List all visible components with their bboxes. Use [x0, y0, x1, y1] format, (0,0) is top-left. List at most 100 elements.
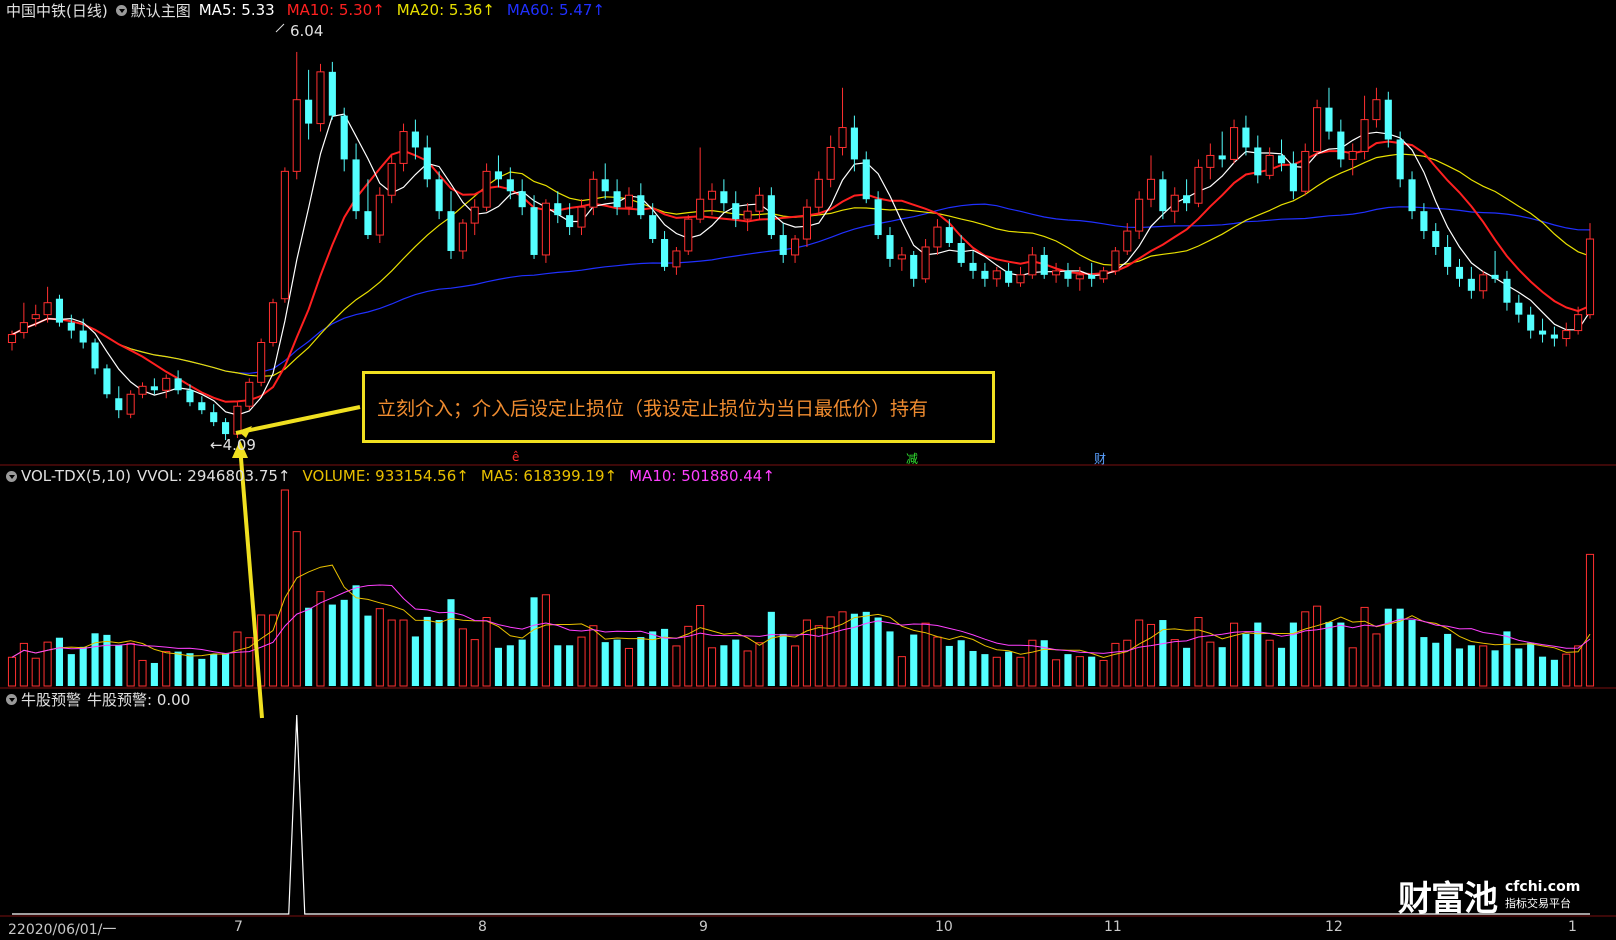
candle-body	[779, 235, 787, 255]
low-price-label: ←4.09	[210, 436, 256, 454]
candle-body	[707, 190, 717, 200]
volume-bar	[162, 651, 171, 687]
dropdown-circle-icon[interactable]	[6, 470, 17, 482]
candle-body	[1444, 246, 1452, 267]
candle-body	[280, 170, 289, 300]
volume-bar	[1146, 623, 1156, 687]
event-marker[interactable]: ê	[512, 450, 519, 464]
candle-body	[969, 262, 977, 271]
candle-body	[921, 246, 930, 280]
candle-body	[494, 171, 503, 180]
template-label[interactable]: 默认主图	[131, 0, 191, 21]
volume-bar	[340, 599, 348, 686]
candle-body	[1538, 330, 1547, 335]
candle-body	[981, 270, 989, 279]
candle-body	[720, 191, 728, 204]
candle-body	[150, 386, 158, 391]
candle-body	[268, 302, 278, 344]
volume-bar	[1088, 656, 1096, 686]
volume-bar	[1111, 642, 1120, 687]
volume-bar	[470, 639, 479, 687]
candle-body	[1515, 302, 1523, 315]
candle-body	[1455, 266, 1464, 279]
stock-name[interactable]: 中国中铁(日线)	[6, 0, 108, 21]
candle-body	[1123, 230, 1132, 252]
candle-body	[1550, 334, 1558, 339]
volume-bar	[1325, 621, 1333, 686]
volume-bar	[1242, 633, 1250, 686]
candle-body	[613, 191, 621, 208]
candle-body	[945, 227, 953, 244]
brand-logo-text: 财富池	[1398, 878, 1498, 919]
candle-body	[43, 302, 52, 316]
volume-bar	[67, 654, 75, 686]
candle-body	[411, 131, 419, 148]
x-tick-label: 12	[1325, 919, 1343, 935]
volume-bar	[316, 591, 325, 687]
volume-bar	[1277, 647, 1286, 686]
candle-body	[138, 385, 147, 395]
volume-bar	[210, 654, 218, 686]
candle-body	[316, 71, 325, 125]
left-side-tabs[interactable]	[0, 36, 6, 916]
candle-body	[1254, 147, 1262, 176]
volume-bar	[435, 620, 443, 686]
volume-indicator-name[interactable]: VOL-TDX(5,10)	[21, 467, 131, 485]
volume-bar	[1455, 648, 1464, 686]
signal-indicator-name[interactable]: 牛股预警	[21, 689, 81, 710]
candle-body	[1562, 330, 1571, 340]
volume-bar	[1123, 639, 1132, 687]
event-marker-reduction[interactable]: 减	[906, 450, 918, 467]
volume-bar	[458, 628, 467, 687]
volume-bar	[1135, 619, 1144, 687]
candle-body	[1265, 154, 1274, 176]
candle-body	[292, 99, 301, 172]
ma5-label: MA5: 5.33	[198, 1, 275, 19]
volume-bar	[933, 636, 942, 687]
event-marker-finance[interactable]: 财	[1094, 450, 1106, 467]
candle-body	[19, 322, 28, 334]
candle-body	[530, 207, 538, 255]
candle-body	[1040, 254, 1048, 275]
candle-body	[1491, 274, 1499, 279]
candle-body	[352, 159, 360, 212]
candle-body	[554, 203, 562, 216]
volume-bar	[506, 645, 514, 686]
volume-bar	[720, 645, 728, 686]
volume-bar	[1028, 639, 1037, 687]
candle-body	[1064, 270, 1072, 279]
candle-body	[802, 206, 811, 240]
volume-bar	[1170, 639, 1179, 687]
price-panel-header: 中国中铁(日线) 默认主图 MA5: 5.33 MA10: 5.30↑ MA20…	[6, 0, 617, 20]
candle-body	[399, 131, 408, 164]
volume-bar	[637, 637, 645, 686]
candle-body	[1099, 270, 1108, 280]
brand-watermark: 财富池 cfchi.com 指标交易平台	[1398, 872, 1588, 919]
dropdown-circle-icon[interactable]	[115, 4, 127, 16]
candle-body	[791, 238, 800, 256]
volume-bar	[897, 656, 906, 687]
volume-bar	[150, 662, 158, 686]
candle-body	[910, 254, 918, 279]
ma10-label: MA10: 5.30↑	[286, 1, 385, 19]
volume-bar	[1479, 645, 1488, 687]
volume-bar	[1099, 659, 1108, 687]
candle-body	[1075, 274, 1084, 280]
candle-body	[257, 342, 266, 383]
volume-bar	[1503, 631, 1511, 686]
volume-bar	[755, 642, 764, 687]
candle-body	[174, 378, 182, 391]
candle-body	[103, 368, 111, 395]
signal-line	[12, 714, 1590, 915]
volume-bar	[577, 636, 586, 687]
candle-body	[1230, 127, 1239, 160]
signal-value-label: 牛股预警: 0.00	[87, 690, 191, 709]
volume-bar	[696, 605, 705, 687]
volume-bar	[1005, 651, 1013, 686]
volume-bar	[411, 636, 419, 686]
volume-bar	[1301, 611, 1310, 687]
dropdown-circle-icon[interactable]	[6, 693, 17, 705]
volume-bar	[138, 659, 147, 687]
volume-bar	[530, 597, 538, 686]
volume-bar	[494, 647, 503, 686]
